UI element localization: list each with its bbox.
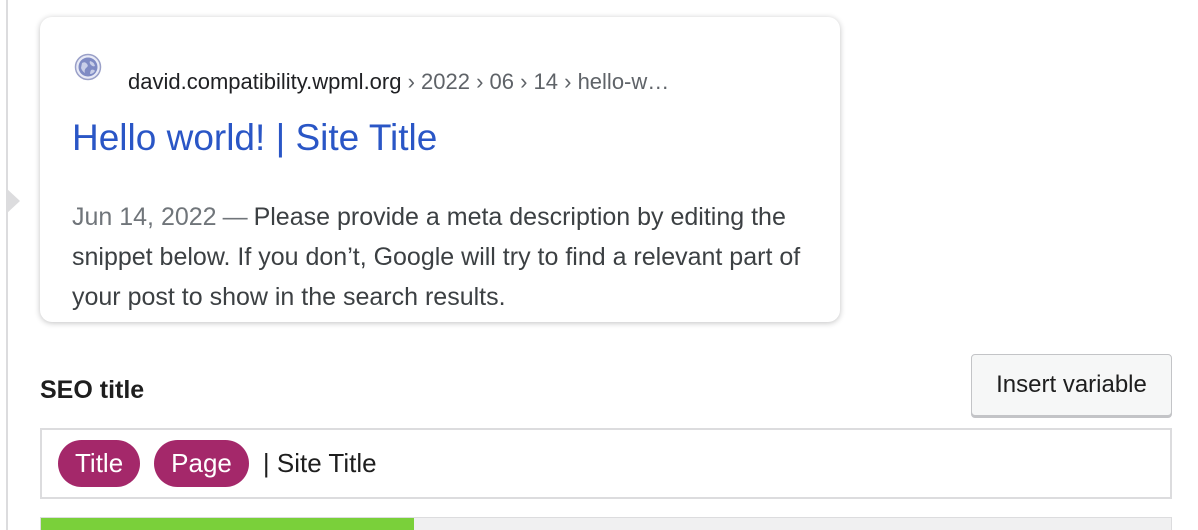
seo-title-text: | Site Title (262, 448, 377, 478)
insert-variable-button[interactable]: Insert variable (971, 354, 1172, 416)
seo-title-length-fill (41, 518, 414, 530)
google-preview-card: david.compatibility.wpml.org › 2022 › 06… (40, 17, 840, 322)
globe-icon (74, 53, 102, 81)
seo-title-label: SEO title (40, 376, 145, 404)
variable-pill-page[interactable]: Page (154, 440, 249, 487)
snippet-host: david.compatibility.wpml.org (128, 69, 402, 94)
seo-title-input[interactable]: Title Page | Site Title (40, 428, 1172, 499)
snippet-title: Hello world! | Site Title (72, 117, 438, 158)
snippet-description-block: Jun 14, 2022— Please provide a meta descr… (72, 197, 822, 317)
snippet-breadcrumbs: › 2022 › 06 › 14 › hello-w… (401, 69, 670, 94)
seo-editor-panel: david.compatibility.wpml.org › 2022 › 06… (0, 0, 1198, 530)
panel-divider (6, 0, 8, 530)
seo-title-length-bar (40, 517, 1172, 530)
collapse-caret-icon[interactable] (6, 188, 20, 214)
variable-pill-title[interactable]: Title (58, 440, 141, 487)
snippet-url: david.compatibility.wpml.org › 2022 › 06… (128, 69, 669, 95)
snippet-date: Jun 14, 2022 (72, 203, 217, 231)
snippet-date-separator: — (222, 203, 248, 231)
